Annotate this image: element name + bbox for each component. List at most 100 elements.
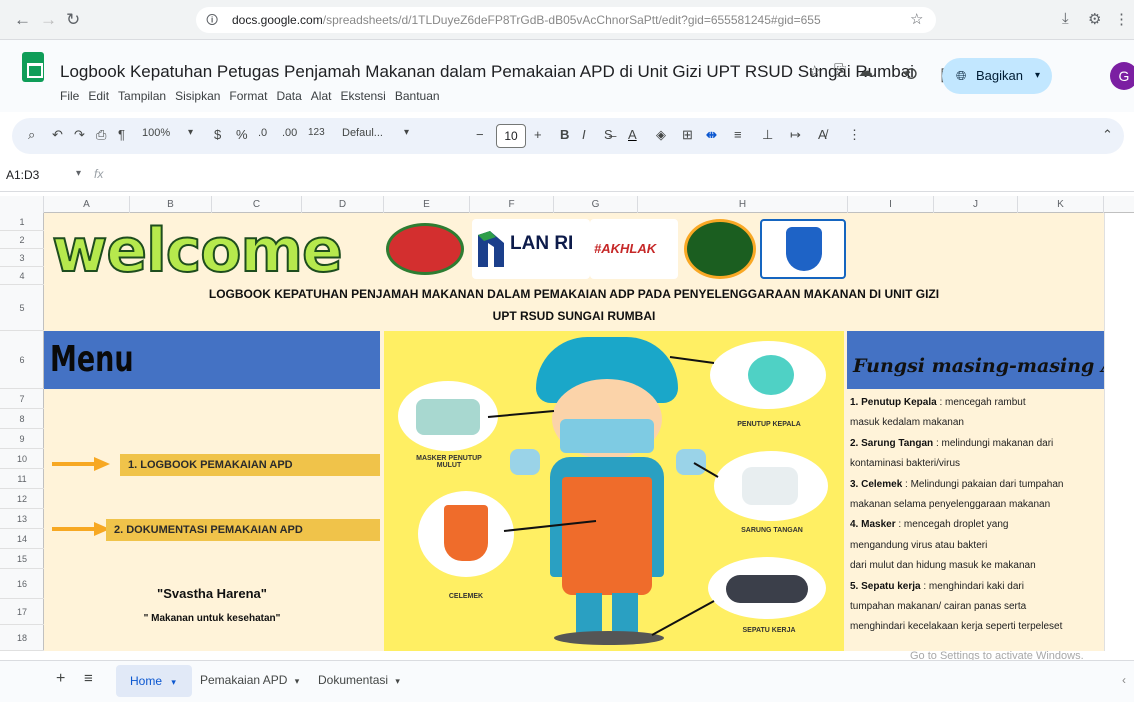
percent-format-button[interactable]: % [236, 127, 248, 142]
column-header-d[interactable]: D [302, 196, 384, 213]
menu-data[interactable]: Data [276, 89, 301, 103]
tab-home[interactable]: Home ▾ [116, 665, 192, 697]
fill-color-icon[interactable]: ◈ [656, 127, 666, 143]
history-icon[interactable]: ⟲ [902, 64, 917, 85]
row-header[interactable]: 7 [0, 389, 44, 409]
currency-format-button[interactable]: $ [214, 127, 221, 142]
move-icon[interactable]: ⎘ [834, 62, 846, 79]
undo-icon[interactable]: ↶ [52, 127, 63, 143]
more-options-icon[interactable]: ⋮ [848, 127, 861, 143]
collapse-toolbar-icon[interactable]: ⌃ [1102, 127, 1113, 143]
row-header[interactable]: 1 [0, 213, 44, 231]
vertical-align-icon[interactable]: ⊥ [762, 127, 773, 143]
font-size-input[interactable]: 10 [496, 124, 526, 148]
select-all-corner[interactable] [0, 196, 44, 213]
menu-edit[interactable]: Edit [88, 89, 109, 103]
row-header[interactable]: 13 [0, 509, 44, 529]
row-header[interactable]: 3 [0, 249, 44, 267]
text-rotation-icon[interactable]: A̸ [818, 127, 827, 142]
number-format-button[interactable]: 123 [308, 127, 325, 138]
merge-cells-icon[interactable]: ⇹ [706, 127, 717, 143]
menu-tools[interactable]: Alat [311, 89, 332, 103]
column-header-h[interactable]: H [638, 196, 848, 213]
share-button[interactable]: 🌐︎ Bagikan ▾ [942, 58, 1052, 94]
italic-button[interactable]: I [582, 127, 586, 142]
download-icon[interactable]: ⤓ [1062, 10, 1069, 27]
text-color-icon[interactable]: A [628, 127, 637, 142]
name-box[interactable]: A1:D3 [6, 168, 39, 182]
extensions-icon[interactable]: ⚙ [1088, 10, 1101, 28]
column-header-c[interactable]: C [212, 196, 302, 213]
back-icon[interactable]: ← [14, 10, 31, 30]
menu-link-dokumentasi[interactable]: 2. DOKUMENTASI PEMAKAIAN APD [106, 519, 380, 541]
menu-file[interactable]: File [60, 89, 79, 103]
bookmark-star-icon[interactable]: ☆ [910, 10, 923, 28]
chevron-down-icon[interactable]: ▾ [171, 677, 176, 687]
menu-format[interactable]: Format [229, 89, 267, 103]
menu-link-logbook[interactable]: 1. LOGBOOK PEMAKAIAN APD [120, 454, 380, 476]
row-header[interactable]: 16 [0, 569, 44, 599]
decrease-decimal-icon[interactable]: .0 [258, 127, 267, 139]
add-sheet-icon[interactable]: + [56, 670, 65, 688]
chevron-down-icon[interactable]: ▾ [1035, 58, 1040, 94]
row-header[interactable]: 6 [0, 331, 44, 389]
wrap-text-icon[interactable]: ↦ [790, 127, 801, 143]
menu-insert[interactable]: Sisipkan [175, 89, 220, 103]
row-header[interactable]: 8 [0, 409, 44, 429]
row-header[interactable]: 12 [0, 489, 44, 509]
row-header[interactable]: 2 [0, 231, 44, 249]
decrease-font-icon[interactable]: − [476, 127, 484, 142]
column-header-f[interactable]: F [470, 196, 554, 213]
name-box-chevron-icon[interactable]: ▾ [76, 168, 81, 179]
column-header-k[interactable]: K [1018, 196, 1104, 213]
column-header-i[interactable]: I [848, 196, 934, 213]
zoom-chevron-icon[interactable]: ▾ [188, 127, 193, 138]
column-header-e[interactable]: E [384, 196, 470, 213]
borders-icon[interactable]: ⊞ [682, 127, 693, 143]
increase-decimal-icon[interactable]: .00 [282, 127, 297, 139]
print-icon[interactable]: ⎙ [96, 127, 106, 143]
scroll-tabs-icon[interactable]: ‹ [1122, 673, 1126, 687]
tab-pemakaian-apd[interactable]: Pemakaian APD ▾ [200, 673, 299, 687]
increase-font-icon[interactable]: + [534, 127, 542, 142]
redo-icon[interactable]: ↷ [74, 127, 85, 143]
menu-extensions[interactable]: Ekstensi [340, 89, 385, 103]
menu-help[interactable]: Bantuan [395, 89, 440, 103]
bold-button[interactable]: B [560, 127, 569, 142]
tab-dokumentasi[interactable]: Dokumentasi ▾ [318, 673, 400, 687]
row-header[interactable]: 18 [0, 625, 44, 651]
vertical-scrollbar[interactable] [1104, 213, 1134, 651]
paint-format-icon[interactable]: ¶ [118, 127, 125, 142]
row-header[interactable]: 15 [0, 549, 44, 569]
font-select[interactable]: Defaul... [342, 127, 383, 139]
row-header[interactable]: 14 [0, 529, 44, 549]
column-header-g[interactable]: G [554, 196, 638, 213]
all-sheets-icon[interactable]: ≡ [84, 670, 93, 687]
row-header[interactable]: 11 [0, 469, 44, 489]
search-menu-icon[interactable]: ⌕ [28, 127, 35, 143]
provincial-emblem-icon [684, 219, 756, 279]
address-bar[interactable]: 🛈 docs.google.com/spreadsheets/d/1TLDuye… [196, 7, 936, 33]
row-header[interactable]: 10 [0, 449, 44, 469]
column-header-a[interactable]: A [44, 196, 130, 213]
row-header[interactable]: 17 [0, 599, 44, 625]
row-header[interactable]: 4 [0, 267, 44, 285]
row-header[interactable]: 9 [0, 429, 44, 449]
browser-menu-icon[interactable]: ⋮ [1114, 10, 1129, 28]
zoom-select[interactable]: 100% [142, 127, 170, 139]
font-chevron-icon[interactable]: ▾ [404, 127, 409, 138]
strikethrough-icon[interactable]: S̶ [604, 127, 613, 142]
star-icon[interactable]: ☆ [808, 62, 821, 80]
menu-view[interactable]: Tampilan [118, 89, 166, 103]
avatar[interactable]: G [1110, 62, 1134, 90]
document-title[interactable]: Logbook Kepatuhan Petugas Penjamah Makan… [60, 62, 914, 82]
reload-icon[interactable]: ↻ [66, 10, 80, 30]
row-header[interactable]: 5 [0, 285, 44, 331]
align-left-icon[interactable]: ≡ [734, 127, 742, 142]
sheets-logo-icon[interactable] [22, 52, 44, 82]
column-header-b[interactable]: B [130, 196, 212, 213]
forward-icon[interactable]: → [40, 10, 57, 30]
site-info-icon[interactable]: 🛈 [206, 7, 218, 33]
column-header-j[interactable]: J [934, 196, 1018, 213]
sheet-grid[interactable]: welcome LAN RI #AKHLAK LOGBOOK KEPATUHAN… [44, 213, 1104, 651]
